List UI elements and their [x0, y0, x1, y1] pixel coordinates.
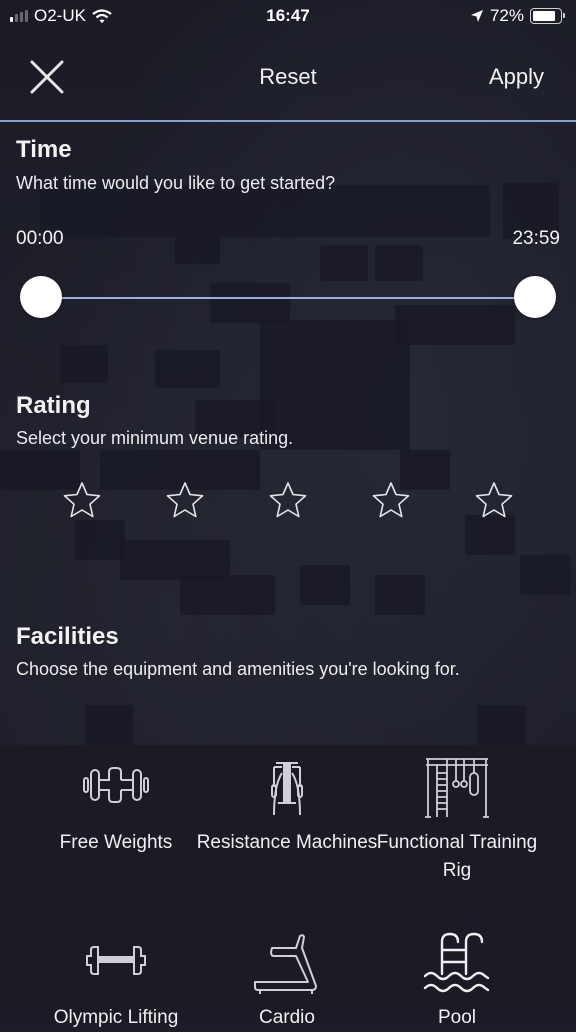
battery-icon — [530, 8, 565, 24]
rating-section-title: Rating — [16, 392, 91, 419]
slider-start-handle[interactable] — [20, 276, 62, 318]
slider-track — [42, 297, 534, 299]
barbell-icon — [86, 946, 146, 975]
facility-cardio[interactable]: Cardio — [192, 930, 382, 1032]
facility-free-weights[interactable]: Free Weights — [21, 755, 211, 857]
star-icon — [166, 482, 204, 518]
time-section-subtitle: What time would you like to get started? — [16, 173, 336, 193]
rating-star-5[interactable] — [474, 480, 514, 520]
slider-end-handle[interactable] — [514, 276, 556, 318]
facility-label: Olympic Lifting — [53, 1007, 179, 1028]
time-max-label: 23:59 — [512, 228, 560, 249]
rating-star-4[interactable] — [371, 480, 411, 520]
rating-section-subtitle: Select your minimum venue rating. — [16, 428, 294, 448]
pool-icon — [423, 932, 490, 993]
facility-pool[interactable]: Pool — [362, 930, 552, 1032]
facility-label: Resistance Machines — [196, 832, 378, 853]
time-range-slider[interactable] — [20, 276, 556, 320]
facility-olympic-lifting[interactable]: Olympic Lifting — [21, 930, 211, 1032]
treadmill-icon — [254, 934, 317, 994]
star-icon — [475, 482, 513, 518]
facility-label: Free Weights — [59, 832, 173, 853]
apply-button[interactable]: Apply — [489, 64, 544, 90]
battery-percent: 72% — [489, 6, 524, 25]
dumbbell-icon — [83, 767, 149, 803]
resistance-machine-icon — [271, 762, 303, 816]
header-divider — [0, 120, 576, 122]
status-bar: O2-UK 16:47 72% — [0, 0, 576, 34]
star-icon — [269, 482, 307, 518]
facility-functional-training-rig[interactable]: Functional Training Rig — [362, 755, 552, 885]
time-min-label: 00:00 — [16, 228, 64, 249]
training-rig-icon — [425, 758, 489, 818]
star-icon — [372, 482, 410, 518]
location-arrow-icon — [470, 10, 483, 22]
rating-star-2[interactable] — [165, 480, 205, 520]
rating-star-1[interactable] — [62, 480, 102, 520]
rating-stars — [0, 480, 576, 524]
facility-resistance-machines[interactable]: Resistance Machines — [192, 755, 382, 857]
time-section-title: Time — [16, 136, 72, 163]
filter-header: Reset Apply — [0, 48, 576, 108]
rating-star-3[interactable] — [268, 480, 308, 520]
facility-label: Pool — [437, 1007, 477, 1028]
facilities-section-title: Facilities — [16, 623, 119, 650]
star-icon — [63, 482, 101, 518]
facilities-section-subtitle: Choose the equipment and amenities you'r… — [16, 659, 460, 679]
facility-label: Functional Training Rig — [376, 832, 538, 881]
facility-label: Cardio — [259, 1007, 315, 1028]
